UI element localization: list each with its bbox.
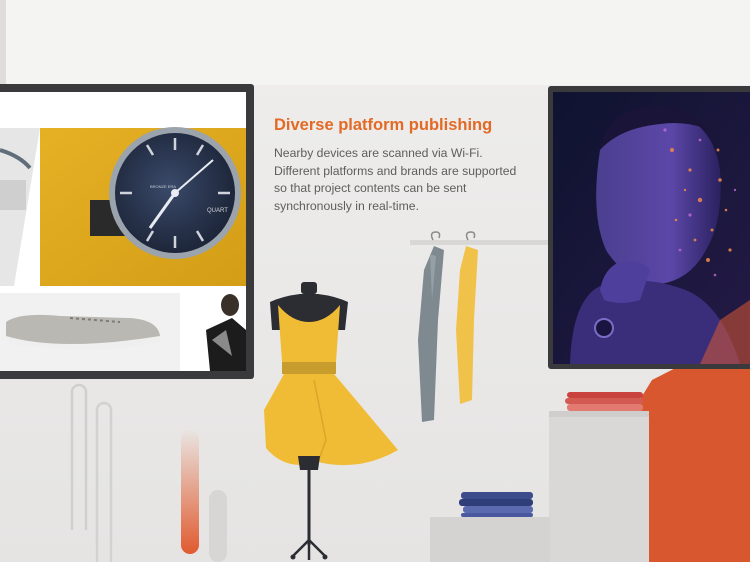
feature-title: Diverse platform publishing (274, 116, 493, 134)
hanging-yellow-garment (456, 246, 478, 404)
right-display-screen (548, 86, 750, 369)
display-pedestal-tall (549, 411, 649, 562)
clothing-rack (410, 231, 550, 245)
feature-description: Nearby devices are scanned via Wi-Fi. Di… (274, 146, 517, 213)
folded-clothes-blue (459, 492, 533, 517)
left-display-screen: QUART BRONZE ERA (0, 84, 254, 379)
display-pedestal-low (430, 517, 550, 562)
folded-clothes-red (565, 392, 643, 411)
dress-mannequin (264, 282, 398, 560)
hanging-grey-garment (418, 246, 444, 422)
decorative-poles (70, 383, 227, 562)
watch-brand-text: BRONZE ERA (150, 184, 176, 189)
showroom-illustration: QUART BRONZE ERA (0, 84, 750, 562)
watch-dial-text: QUART (207, 208, 228, 214)
